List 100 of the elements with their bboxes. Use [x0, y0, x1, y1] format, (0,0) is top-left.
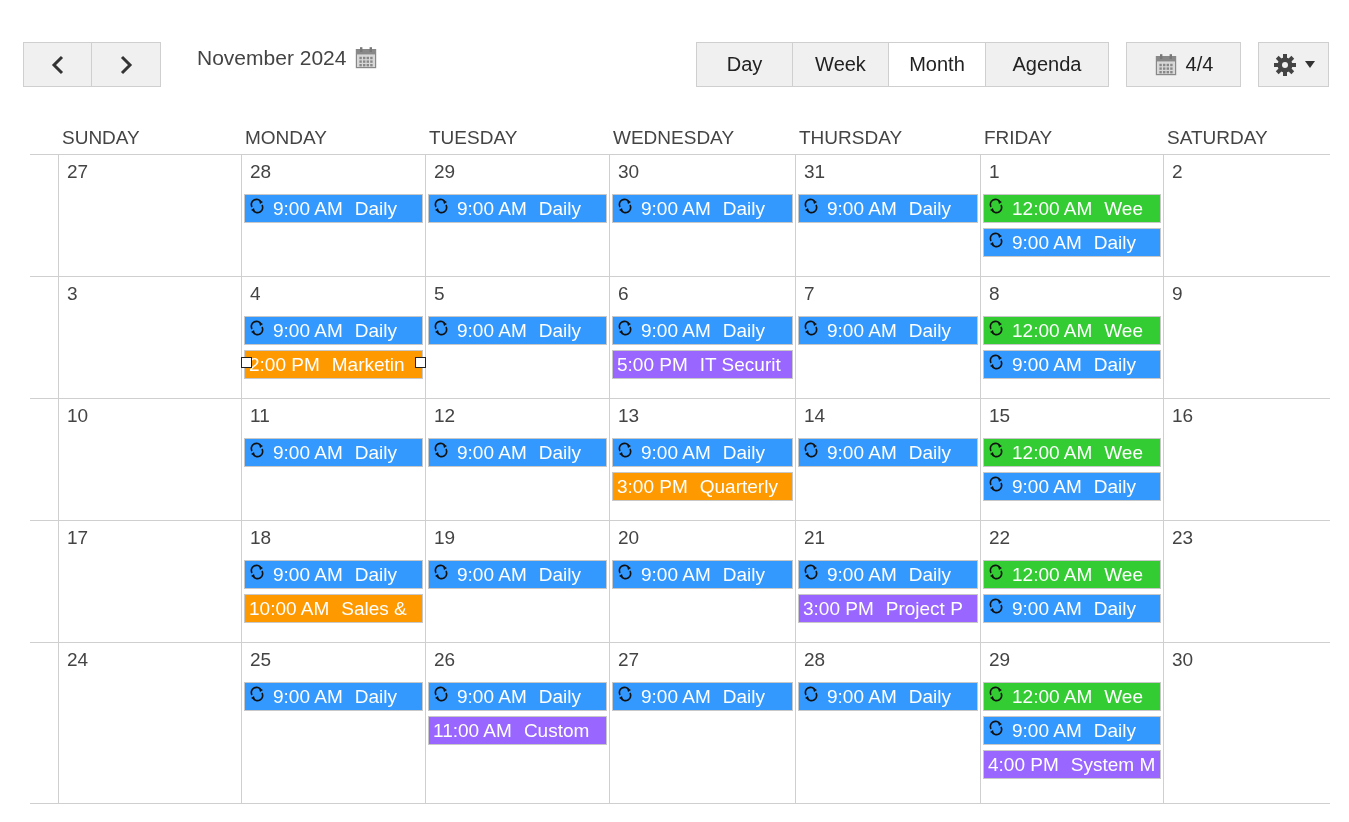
- day-number: 17: [67, 527, 89, 550]
- recurring-icon: [433, 686, 449, 702]
- event-time: 9:00 AM: [457, 441, 527, 464]
- view-tab[interactable]: Agenda: [985, 42, 1109, 87]
- recurring-icon: [988, 354, 1004, 370]
- event-time: 9:00 AM: [641, 319, 711, 342]
- event-title: Daily: [354, 441, 397, 464]
- calendar-event[interactable]: 9:00 AM Daily: [244, 560, 423, 589]
- next-button[interactable]: [91, 42, 161, 87]
- event-title: Daily: [538, 441, 581, 464]
- previous-button[interactable]: [23, 42, 92, 87]
- event-time: 12:00 AM: [1012, 685, 1093, 708]
- event-title: Marketin: [331, 353, 405, 376]
- recurring-icon: [988, 198, 1004, 214]
- event-time: 2:00 PM: [249, 353, 320, 376]
- day-number: 30: [1172, 649, 1194, 672]
- recurring-icon: [988, 720, 1004, 736]
- day-number: 1: [989, 161, 1000, 184]
- recurring-icon: [617, 564, 633, 580]
- calendar-event[interactable]: 9:00 AM Daily: [798, 316, 978, 345]
- recurring-icon: [433, 564, 449, 580]
- calendar-event[interactable]: 12:00 AM Wee: [983, 560, 1161, 589]
- recurring-icon: [988, 476, 1004, 492]
- event-title: Daily: [908, 563, 951, 586]
- calendar-event[interactable]: 12:00 AM Wee: [983, 682, 1161, 711]
- day-number: 8: [989, 283, 1000, 306]
- recurring-icon: [249, 686, 265, 702]
- resize-handle[interactable]: [241, 357, 252, 368]
- day-number: 11: [250, 405, 270, 428]
- calendar-counter-button[interactable]: 4/4: [1126, 42, 1241, 87]
- resize-handle[interactable]: [415, 357, 426, 368]
- event-title: Daily: [1093, 719, 1136, 742]
- event-time: 3:00 PM: [617, 475, 688, 498]
- event-title: Daily: [538, 563, 581, 586]
- event-title: Daily: [1093, 231, 1136, 254]
- recurring-icon: [803, 686, 819, 702]
- event-time: 5:00 PM: [617, 353, 688, 376]
- event-title: Daily: [722, 319, 765, 342]
- day-number: 31: [804, 161, 826, 184]
- day-number: 26: [434, 649, 456, 672]
- calendar-event[interactable]: 9:00 AM Daily: [798, 560, 978, 589]
- calendar-event[interactable]: 9:00 AM Daily: [428, 438, 607, 467]
- calendar-event[interactable]: 9:00 AM Daily: [612, 560, 793, 589]
- calendar-event[interactable]: 9:00 AM Daily: [612, 194, 793, 223]
- view-tab[interactable]: Day: [696, 42, 793, 87]
- recurring-icon: [617, 442, 633, 458]
- recurring-icon: [249, 442, 265, 458]
- calendar-event[interactable]: 4:00 PM System M: [983, 750, 1161, 779]
- view-tab[interactable]: Week: [792, 42, 889, 87]
- calendar-event[interactable]: 9:00 AM Daily: [428, 560, 607, 589]
- calendar-event[interactable]: 9:00 AM Daily: [244, 682, 423, 711]
- calendar-event[interactable]: 9:00 AM Daily: [798, 438, 978, 467]
- calendar-event[interactable]: 5:00 PM IT Securit: [612, 350, 793, 379]
- calendar-event[interactable]: 9:00 AM Daily: [612, 682, 793, 711]
- day-number: 28: [804, 649, 826, 672]
- event-title: Wee: [1104, 563, 1143, 586]
- calendar-event[interactable]: 12:00 AM Wee: [983, 194, 1161, 223]
- day-number: 19: [434, 527, 456, 550]
- month-title: November 2024: [197, 46, 347, 70]
- calendar-event[interactable]: 9:00 AM Daily: [612, 316, 793, 345]
- calendar-event[interactable]: 9:00 AM Daily: [428, 194, 607, 223]
- calendar-event[interactable]: 9:00 AM Daily: [983, 716, 1161, 745]
- view-tab[interactable]: Month: [888, 42, 986, 87]
- calendar-event[interactable]: 12:00 AM Wee: [983, 316, 1161, 345]
- calendar-event[interactable]: 9:00 AM Daily: [428, 682, 607, 711]
- calendar-event[interactable]: 9:00 AM Daily: [612, 438, 793, 467]
- event-time: 9:00 AM: [1012, 231, 1082, 254]
- event-title: Daily: [354, 685, 397, 708]
- event-time: 9:00 AM: [457, 319, 527, 342]
- calendar-event[interactable]: 9:00 AM Daily: [983, 228, 1161, 257]
- event-title: Daily: [722, 563, 765, 586]
- weekday-header: FRIDAY: [983, 127, 1054, 150]
- weekday-header: TUESDAY: [428, 127, 519, 150]
- calendar-event[interactable]: 3:00 PM Quarterly: [612, 472, 793, 501]
- day-number: 28: [250, 161, 272, 184]
- event-title: Daily: [354, 319, 397, 342]
- day-number: 22: [989, 527, 1011, 550]
- event-time: 9:00 AM: [641, 563, 711, 586]
- calendar-event[interactable]: 9:00 AM Daily: [244, 438, 423, 467]
- recurring-icon: [988, 320, 1004, 336]
- calendar-event[interactable]: 9:00 AM Daily: [798, 194, 978, 223]
- calendar-event[interactable]: 9:00 AM Daily: [428, 316, 607, 345]
- event-time: 9:00 AM: [273, 563, 343, 586]
- chevron-right-icon: [119, 54, 133, 75]
- event-title: Daily: [722, 197, 765, 220]
- calendar-event[interactable]: 9:00 AM Daily: [798, 682, 978, 711]
- calendar-event[interactable]: 9:00 AM Daily: [983, 472, 1161, 501]
- calendar-event[interactable]: 9:00 AM Daily: [244, 316, 423, 345]
- day-number: 25: [250, 649, 272, 672]
- calendar-event[interactable]: 9:00 AM Daily: [983, 594, 1161, 623]
- calendar-event[interactable]: 9:00 AM Daily: [244, 194, 423, 223]
- settings-button[interactable]: [1258, 42, 1329, 87]
- calendar-event[interactable]: 3:00 PM Project P: [798, 594, 978, 623]
- event-time: 12:00 AM: [1012, 197, 1093, 220]
- calendar-event[interactable]: 10:00 AM Sales &: [244, 594, 423, 623]
- event-time: 9:00 AM: [827, 441, 897, 464]
- calendar-event[interactable]: 12:00 AM Wee: [983, 438, 1161, 467]
- calendar-event[interactable]: 11:00 AM Custom: [428, 716, 607, 745]
- calendar-event[interactable]: 2:00 PM Marketin: [244, 350, 423, 379]
- calendar-event[interactable]: 9:00 AM Daily: [983, 350, 1161, 379]
